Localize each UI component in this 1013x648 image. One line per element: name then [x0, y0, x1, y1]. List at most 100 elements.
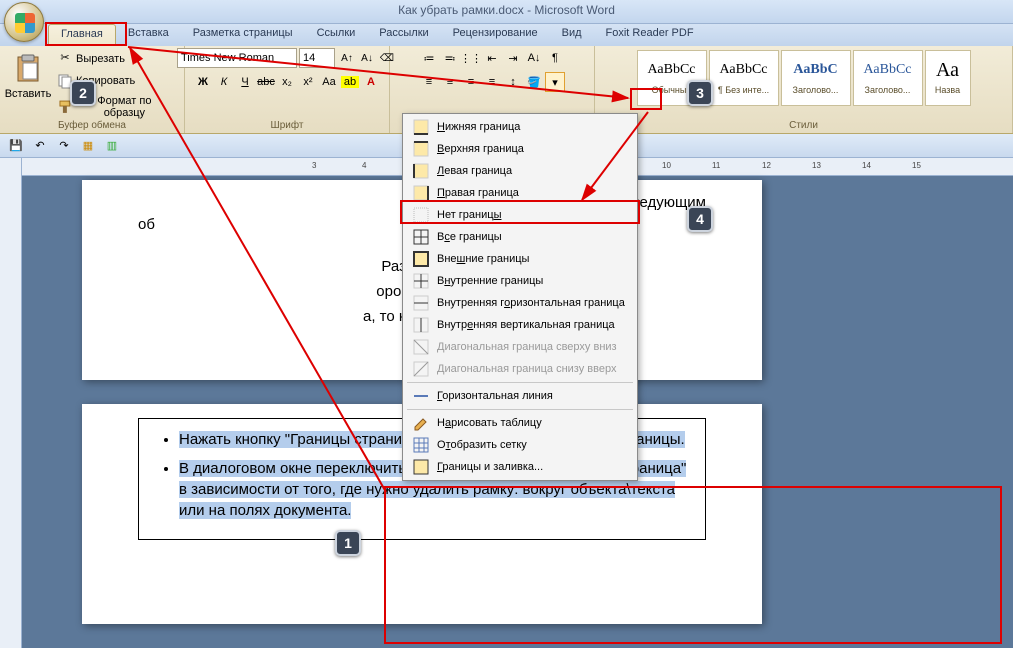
indent-dec-icon: ⇤ [487, 52, 496, 65]
tab-view[interactable]: Вид [550, 24, 594, 46]
numbering-button[interactable]: ≕ [440, 48, 460, 68]
tab-home[interactable]: Главная [48, 24, 116, 46]
undo-button[interactable]: ↶ [30, 136, 50, 156]
line-spacing-icon: ↕ [510, 76, 516, 88]
font-color-button[interactable]: A [361, 72, 381, 92]
save-button[interactable]: 💾 [6, 136, 26, 156]
title-bar: Как убрать рамки.docx - Microsoft Word [0, 0, 1013, 24]
borders-menu: ННижняя границаижняя граница Верхняя гра… [402, 113, 638, 481]
paste-label: Вставить [5, 88, 52, 100]
menu-no-border[interactable]: Нет границы [403, 204, 637, 226]
strike-button[interactable]: abc [256, 72, 276, 92]
style-title[interactable]: Аа Назва [925, 50, 971, 106]
menu-inside-borders[interactable]: Внутренние границы [403, 270, 637, 292]
italic-button[interactable]: К [214, 72, 234, 92]
font-color-icon: A [367, 76, 375, 88]
justify-icon: ≡ [489, 76, 495, 88]
scissors-icon: ✂ [57, 51, 73, 67]
menu-outside-borders[interactable]: Внешние границы [403, 248, 637, 270]
window-title: Как убрать рамки.docx - Microsoft Word [398, 3, 615, 17]
vertical-ruler[interactable] [0, 158, 22, 648]
bold-button[interactable]: Ж [193, 72, 213, 92]
redo-button[interactable]: ↷ [54, 136, 74, 156]
menu-right-border[interactable]: Правая граница [403, 182, 637, 204]
shading-button[interactable]: 🪣 [524, 72, 544, 92]
office-button[interactable] [4, 2, 44, 42]
style-heading2[interactable]: АаBbCc Заголово... [853, 50, 923, 106]
underline-button[interactable]: Ч [235, 72, 255, 92]
align-right-button[interactable]: ≡ [461, 72, 481, 92]
tab-foxit[interactable]: Foxit Reader PDF [594, 24, 706, 46]
menu-inside-v-border[interactable]: Внутренняя вертикальная граница [403, 314, 637, 336]
tab-insert[interactable]: Вставка [116, 24, 181, 46]
line-spacing-button[interactable]: ↕ [503, 72, 523, 92]
change-case-button[interactable]: Aa [319, 72, 339, 92]
clipboard-title: Буфер обмена [0, 120, 184, 131]
inside-h-icon [413, 295, 429, 311]
tab-refs[interactable]: Ссылки [305, 24, 368, 46]
redo-icon: ↷ [59, 139, 68, 152]
bottom-border-icon [413, 119, 429, 135]
qat-extra1[interactable]: ▦ [78, 136, 98, 156]
menu-bottom-border[interactable]: ННижняя границаижняя граница [403, 116, 637, 138]
all-borders-icon [413, 229, 429, 245]
justify-button[interactable]: ≡ [482, 72, 502, 92]
grow-font-button[interactable]: A↑ [337, 48, 357, 68]
menu-top-border[interactable]: Верхняя граница [403, 138, 637, 160]
group-font: A↑ A↓ ⌫ Ж К Ч abc x₂ x² Aa ab A Шрифт [185, 46, 390, 133]
menu-draw-table[interactable]: Нарисовать таблицу [403, 412, 637, 434]
menu-borders-shading[interactable]: Границы и заливка... [403, 456, 637, 478]
callout-2: 2 [70, 80, 96, 106]
bucket-icon: 🪣 [527, 76, 541, 89]
style-heading1[interactable]: AaBbC Заголово... [781, 50, 851, 106]
paste-icon [12, 53, 44, 85]
menu-left-border[interactable]: Левая граница [403, 160, 637, 182]
align-right-icon: ≡ [468, 76, 474, 88]
superscript-button[interactable]: x² [298, 72, 318, 92]
callout-1: 1 [335, 530, 361, 556]
styles-title: Стили [595, 120, 1012, 131]
font-family-select[interactable] [177, 48, 297, 68]
undo-icon: ↶ [35, 139, 44, 152]
menu-diag-down: Диагональная граница сверху вниз [403, 336, 637, 358]
ribbon-tabs: Главная Вставка Разметка страницы Ссылки… [0, 24, 1013, 46]
p1-text2: об [138, 216, 155, 233]
subscript-button[interactable]: x₂ [277, 72, 297, 92]
menu-diag-up: Диагональная граница снизу вверх [403, 358, 637, 380]
qat-extra2[interactable]: ▥ [102, 136, 122, 156]
inside-v-icon [413, 317, 429, 333]
highlight-button[interactable]: ab [340, 72, 360, 92]
style-no-spacing[interactable]: АаBbCc ¶ Без инте... [709, 50, 779, 106]
doc-icon: ▥ [107, 139, 117, 152]
bullets-icon: ≔ [424, 52, 435, 65]
menu-inside-h-border[interactable]: Внутренняя горизонтальная граница [403, 292, 637, 314]
menu-horizontal-line[interactable]: Горизонтальная линия [403, 385, 637, 407]
tab-layout[interactable]: Разметка страницы [181, 24, 305, 46]
bullets-button[interactable]: ≔ [419, 48, 439, 68]
borders-button[interactable]: ▾ [545, 72, 565, 92]
paste-button[interactable]: Вставить [6, 48, 50, 114]
menu-all-borders[interactable]: Все границы [403, 226, 637, 248]
save-icon: 💾 [9, 139, 23, 152]
menu-show-grid[interactable]: Отобразить сетку [403, 434, 637, 456]
sort-icon: A↓ [528, 52, 541, 64]
show-marks-button[interactable]: ¶ [545, 48, 565, 68]
cut-label: Вырезать [76, 53, 125, 65]
tab-mail[interactable]: Рассылки [367, 24, 440, 46]
group-styles: АаBbCc Обычный АаBbCc ¶ Без инте... AaBb… [595, 46, 1013, 133]
align-left-icon: ≡ [426, 76, 432, 88]
align-center-button[interactable]: ≡ [440, 72, 460, 92]
font-size-select[interactable] [299, 48, 335, 68]
multilevel-button[interactable]: ⋮⋮ [461, 48, 481, 68]
indent-dec-button[interactable]: ⇤ [482, 48, 502, 68]
shrink-font-button[interactable]: A↓ [357, 48, 377, 68]
sort-button[interactable]: A↓ [524, 48, 544, 68]
indent-inc-icon: ⇥ [508, 52, 517, 65]
align-left-button[interactable]: ≡ [419, 72, 439, 92]
diag-up-icon [413, 361, 429, 377]
cut-button[interactable]: ✂ Вырезать [52, 48, 178, 70]
indent-inc-button[interactable]: ⇥ [503, 48, 523, 68]
font-title: Шрифт [185, 120, 389, 131]
tab-review[interactable]: Рецензирование [441, 24, 550, 46]
grow-font-icon: A↑ [341, 53, 353, 64]
